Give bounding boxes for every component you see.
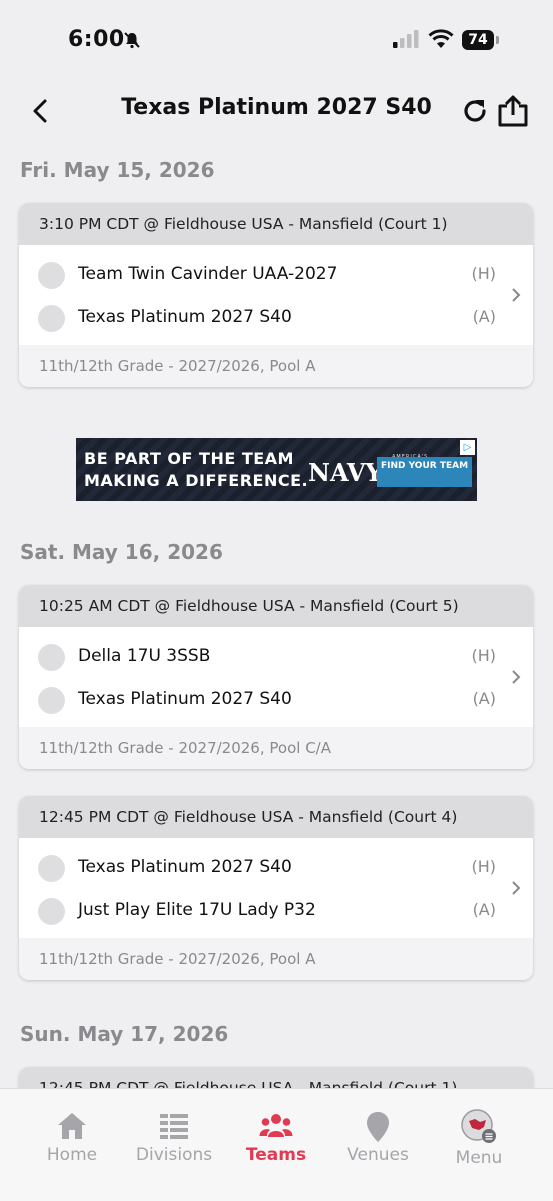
team-name: Just Play Elite 17U Lady P32 <box>78 900 316 920</box>
team-name: Texas Platinum 2027 S40 <box>78 307 292 327</box>
date-heading: Sat. May 16, 2026 <box>20 540 223 564</box>
divisions-icon <box>119 1111 229 1141</box>
team-logo-placeholder <box>38 305 65 332</box>
team-row-home: Team Twin Cavinder UAA-2027 (H) <box>19 254 533 297</box>
team-logo-placeholder <box>38 262 65 289</box>
adchoices-icon[interactable]: ▷ <box>460 440 475 455</box>
game-card[interactable]: 10:25 AM CDT @ Fieldhouse USA - Mansfiel… <box>19 585 533 769</box>
status-bar: 6:00 74 <box>0 0 553 80</box>
share-icon[interactable] <box>497 94 529 132</box>
team-name: Texas Platinum 2027 S40 <box>78 689 292 709</box>
tab-label: Venues <box>347 1145 409 1165</box>
team-row-home: Texas Platinum 2027 S40 (H) <box>19 847 533 890</box>
game-time-venue: 12:45 PM CDT @ Fieldhouse USA - Mansfiel… <box>19 796 533 838</box>
home-away-tag: (A) <box>472 307 496 326</box>
team-logo-placeholder <box>38 855 65 882</box>
team-row-home: Della 17U 3SSB (H) <box>19 636 533 679</box>
battery-indicator: 74 <box>462 30 494 50</box>
bottom-tab-bar: Home Divisions Teams Venues Menu <box>0 1088 553 1201</box>
ad-banner[interactable]: BE PART OF THE TEAM MAKING A DIFFERENCE.… <box>76 438 477 501</box>
home-away-tag: (A) <box>472 689 496 708</box>
chevron-right-icon <box>511 880 521 900</box>
ad-headline-1: BE PART OF THE TEAM <box>84 449 294 468</box>
ad-cta-button[interactable]: FIND YOUR TEAM <box>377 457 472 487</box>
game-time-venue: 3:10 PM CDT @ Fieldhouse USA - Mansfield… <box>19 203 533 245</box>
team-name: Team Twin Cavinder UAA-2027 <box>78 264 338 284</box>
division-pool: 11th/12th Grade - 2027/2026, Pool C/A <box>19 727 533 769</box>
team-logo-placeholder <box>38 644 65 671</box>
chevron-right-icon <box>511 669 521 689</box>
home-away-tag: (A) <box>472 900 496 919</box>
game-card[interactable]: 3:10 PM CDT @ Fieldhouse USA - Mansfield… <box>19 203 533 387</box>
tab-label: Teams <box>245 1145 307 1165</box>
bell-muted-icon <box>123 31 141 53</box>
team-row-away: Just Play Elite 17U Lady P32 (A) <box>19 890 533 933</box>
nav-header: Texas Platinum 2027 S40 <box>0 86 553 136</box>
ad-brand: NAVY <box>308 458 383 487</box>
tab-label: Home <box>46 1145 98 1165</box>
team-name: Texas Platinum 2027 S40 <box>78 857 292 877</box>
team-row-away: Texas Platinum 2027 S40 (A) <box>19 297 533 340</box>
home-away-tag: (H) <box>471 857 496 876</box>
wifi-icon <box>428 29 454 53</box>
date-heading: Sun. May 17, 2026 <box>20 1022 229 1046</box>
game-card[interactable]: 12:45 PM CDT @ Fieldhouse USA - Mansfiel… <box>19 796 533 980</box>
refresh-icon[interactable] <box>460 96 490 130</box>
division-pool: 11th/12th Grade - 2027/2026, Pool A <box>19 938 533 980</box>
game-time-venue: 10:25 AM CDT @ Fieldhouse USA - Mansfiel… <box>19 585 533 627</box>
team-name: Della 17U 3SSB <box>78 646 211 666</box>
battery-tip <box>496 36 499 44</box>
tab-label: Divisions <box>135 1145 213 1165</box>
teams-icon <box>221 1111 331 1141</box>
menu-icon <box>424 1109 534 1143</box>
tab-label: Menu <box>455 1148 503 1168</box>
venues-icon <box>323 1111 433 1142</box>
signal-icon <box>393 30 419 52</box>
date-heading: Fri. May 15, 2026 <box>20 158 215 182</box>
chevron-right-icon <box>511 287 521 307</box>
team-row-away: Texas Platinum 2027 S40 (A) <box>19 679 533 722</box>
status-time: 6:00 <box>68 27 125 52</box>
home-away-tag: (H) <box>471 264 496 283</box>
team-logo-placeholder <box>38 898 65 925</box>
division-pool: 11th/12th Grade - 2027/2026, Pool A <box>19 345 533 387</box>
team-logo-placeholder <box>38 687 65 714</box>
ad-headline-2: MAKING A DIFFERENCE. <box>84 471 309 490</box>
home-away-tag: (H) <box>471 646 496 665</box>
home-icon <box>17 1111 127 1141</box>
